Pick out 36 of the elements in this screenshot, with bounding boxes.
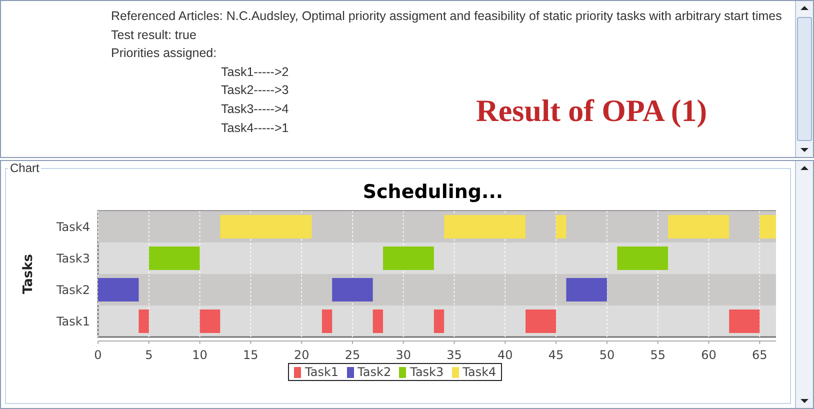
x-tick-label: 40 (498, 348, 513, 362)
x-tick-label: 45 (548, 348, 564, 362)
result-caption: Result of OPA (1) (476, 93, 708, 129)
priorities-label: Priorities assigned: (111, 46, 217, 60)
legend-label: Task2 (358, 365, 392, 379)
x-tick-label: 20 (294, 348, 310, 362)
legend-label: Task3 (410, 365, 444, 379)
chart-title: Scheduling... (362, 181, 504, 203)
x-tick-label: 0 (94, 348, 102, 362)
x-tick-label: 60 (701, 348, 716, 362)
article-reference: Referenced Articles: N.C.Audsley, Optimal priority assigment and feasibility of static priority tasks with arbitrary start times (110, 8, 783, 25)
x-tick-label: 35 (446, 348, 462, 362)
priority-line: Task1----->2 (221, 64, 289, 79)
task-axis-label: Task2 (56, 282, 90, 297)
x-tick-label: 5 (145, 348, 153, 362)
x-tick-label: 25 (344, 348, 360, 362)
x-tick-label: 10 (192, 348, 208, 362)
x-tick-label: 50 (599, 348, 615, 362)
scroll-thumb[interactable] (797, 17, 812, 141)
x-tick-label: 30 (396, 348, 412, 362)
priority-line: Task4----->1 (221, 120, 289, 135)
task-axis-label: Task3 (56, 251, 90, 266)
legend-label: Task4 (462, 365, 496, 379)
y-axis-title: Tasks (21, 254, 36, 294)
x-tick-label: 15 (243, 348, 258, 362)
task-axis-label: Task4 (56, 220, 90, 234)
panel-title: Chart (9, 161, 40, 175)
task-axis-label: Task1 (56, 314, 90, 328)
test-result: Test result: true (111, 28, 196, 42)
legend-label: Task1 (305, 365, 339, 379)
x-tick-label: 65 (752, 348, 768, 362)
x-tick-label: 55 (650, 348, 666, 362)
priority-line: Task2----->3 (221, 83, 289, 98)
scrollbar[interactable] (795, 161, 813, 408)
scrollbar[interactable] (795, 1, 813, 157)
priority-line: Task3----->4 (221, 102, 289, 116)
